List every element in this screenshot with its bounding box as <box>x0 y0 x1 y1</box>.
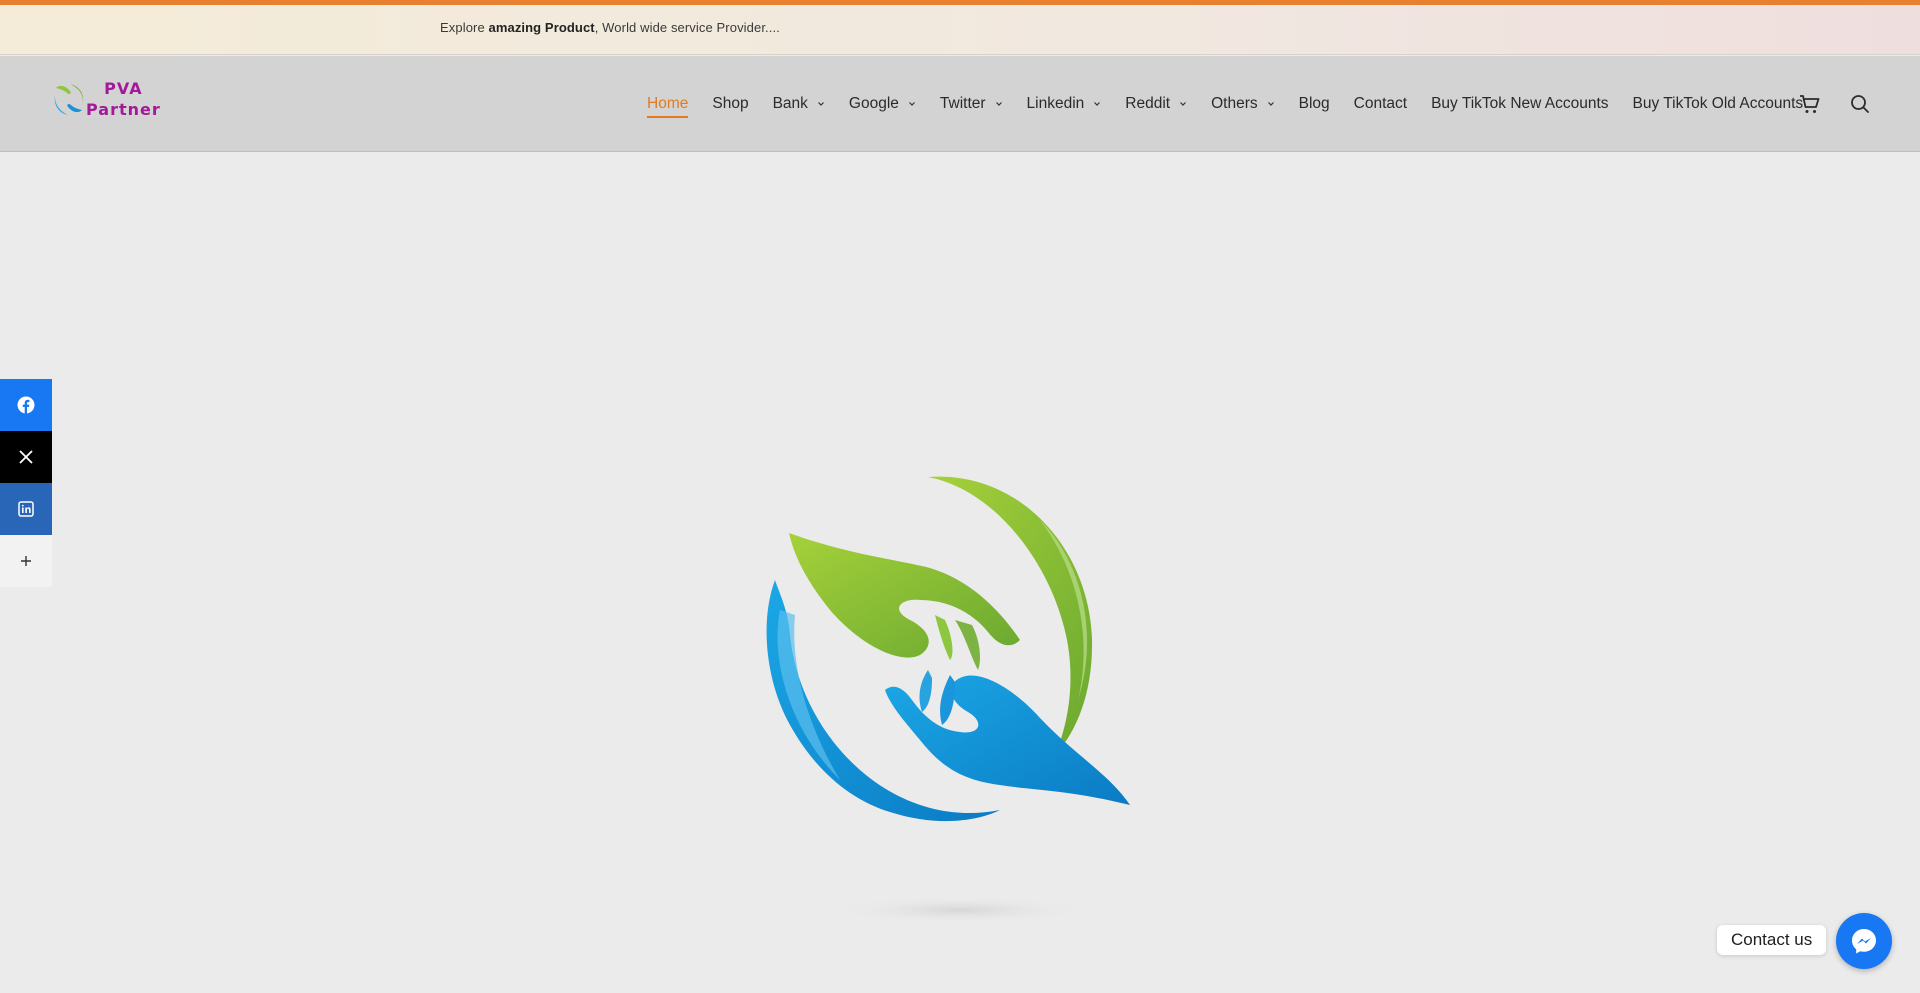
promo-text: Explore amazing Product, World wide serv… <box>440 20 780 35</box>
nav-item-shop[interactable]: Shop <box>712 56 748 152</box>
plus-icon <box>21 556 31 566</box>
chevron-down-icon <box>1267 102 1274 106</box>
nav-item-blog[interactable]: Blog <box>1299 56 1330 152</box>
nav-item-reddit[interactable]: Reddit <box>1125 56 1187 152</box>
nav-item-home[interactable]: Home <box>647 56 689 152</box>
contact-us-label[interactable]: Contact us <box>1717 925 1827 955</box>
messenger-icon <box>1852 929 1876 954</box>
nav-label: Home <box>647 95 689 112</box>
chevron-down-icon <box>817 102 824 106</box>
chevron-down-icon <box>1180 102 1187 106</box>
nav-item-twitter[interactable]: Twitter <box>940 56 1003 152</box>
nav-label: Contact <box>1353 95 1408 112</box>
nav-label: Buy TikTok Old Accounts <box>1632 95 1804 112</box>
hero-logo-image <box>766 476 1130 924</box>
share-facebook-button[interactable] <box>0 379 52 431</box>
nav-item-others[interactable]: Others <box>1211 56 1275 152</box>
chevron-down-icon <box>995 102 1002 106</box>
facebook-icon <box>17 396 35 414</box>
logo-line-1: PVA <box>104 79 143 98</box>
main-nav: Home Shop Bank Google Twitter Linkedin R… <box>647 56 1803 152</box>
nav-label: Others <box>1211 95 1258 112</box>
logo-line-2: Partner <box>86 100 161 119</box>
promo-bold: amazing Product <box>488 20 595 35</box>
nav-label: Google <box>848 95 899 112</box>
nav-label: Reddit <box>1125 95 1171 112</box>
nav-label: Bank <box>772 95 808 112</box>
nav-item-bank[interactable]: Bank <box>773 56 825 152</box>
share-linkedin-button[interactable] <box>0 483 52 535</box>
linkedin-icon <box>18 501 34 517</box>
promo-suffix: , World wide service Provider.... <box>594 20 780 35</box>
chevron-down-icon <box>1094 102 1101 106</box>
site-logo[interactable]: PVA Partner <box>48 76 168 126</box>
share-x-button[interactable] <box>0 431 52 483</box>
x-icon <box>19 450 33 464</box>
nav-label: Buy TikTok New Accounts <box>1431 95 1609 112</box>
nav-item-google[interactable]: Google <box>849 56 916 152</box>
nav-item-tiktok-old[interactable]: Buy TikTok Old Accounts <box>1633 56 1804 152</box>
nav-item-contact[interactable]: Contact <box>1354 56 1407 152</box>
nav-label: Shop <box>712 95 749 112</box>
nav-label: Blog <box>1298 95 1330 112</box>
chevron-down-icon <box>908 102 915 106</box>
nav-item-tiktok-new[interactable]: Buy TikTok New Accounts <box>1431 56 1608 152</box>
nav-item-linkedin[interactable]: Linkedin <box>1027 56 1102 152</box>
logo-mark-icon <box>54 84 84 115</box>
logo-text: PVA Partner <box>86 78 161 120</box>
site-header: PVA Partner Home Shop Bank Google Twitte… <box>0 56 1920 152</box>
search-icon[interactable] <box>1848 92 1872 116</box>
nav-label: Linkedin <box>1026 95 1085 112</box>
social-share-bar <box>0 379 52 587</box>
nav-label: Twitter <box>939 95 986 112</box>
top-bar: Explore amazing Product, World wide serv… <box>0 5 1920 55</box>
promo-prefix: Explore <box>440 20 489 35</box>
cart-icon[interactable] <box>1798 92 1822 116</box>
share-more-button[interactable] <box>0 535 52 587</box>
messenger-contact-button[interactable] <box>1836 913 1892 969</box>
